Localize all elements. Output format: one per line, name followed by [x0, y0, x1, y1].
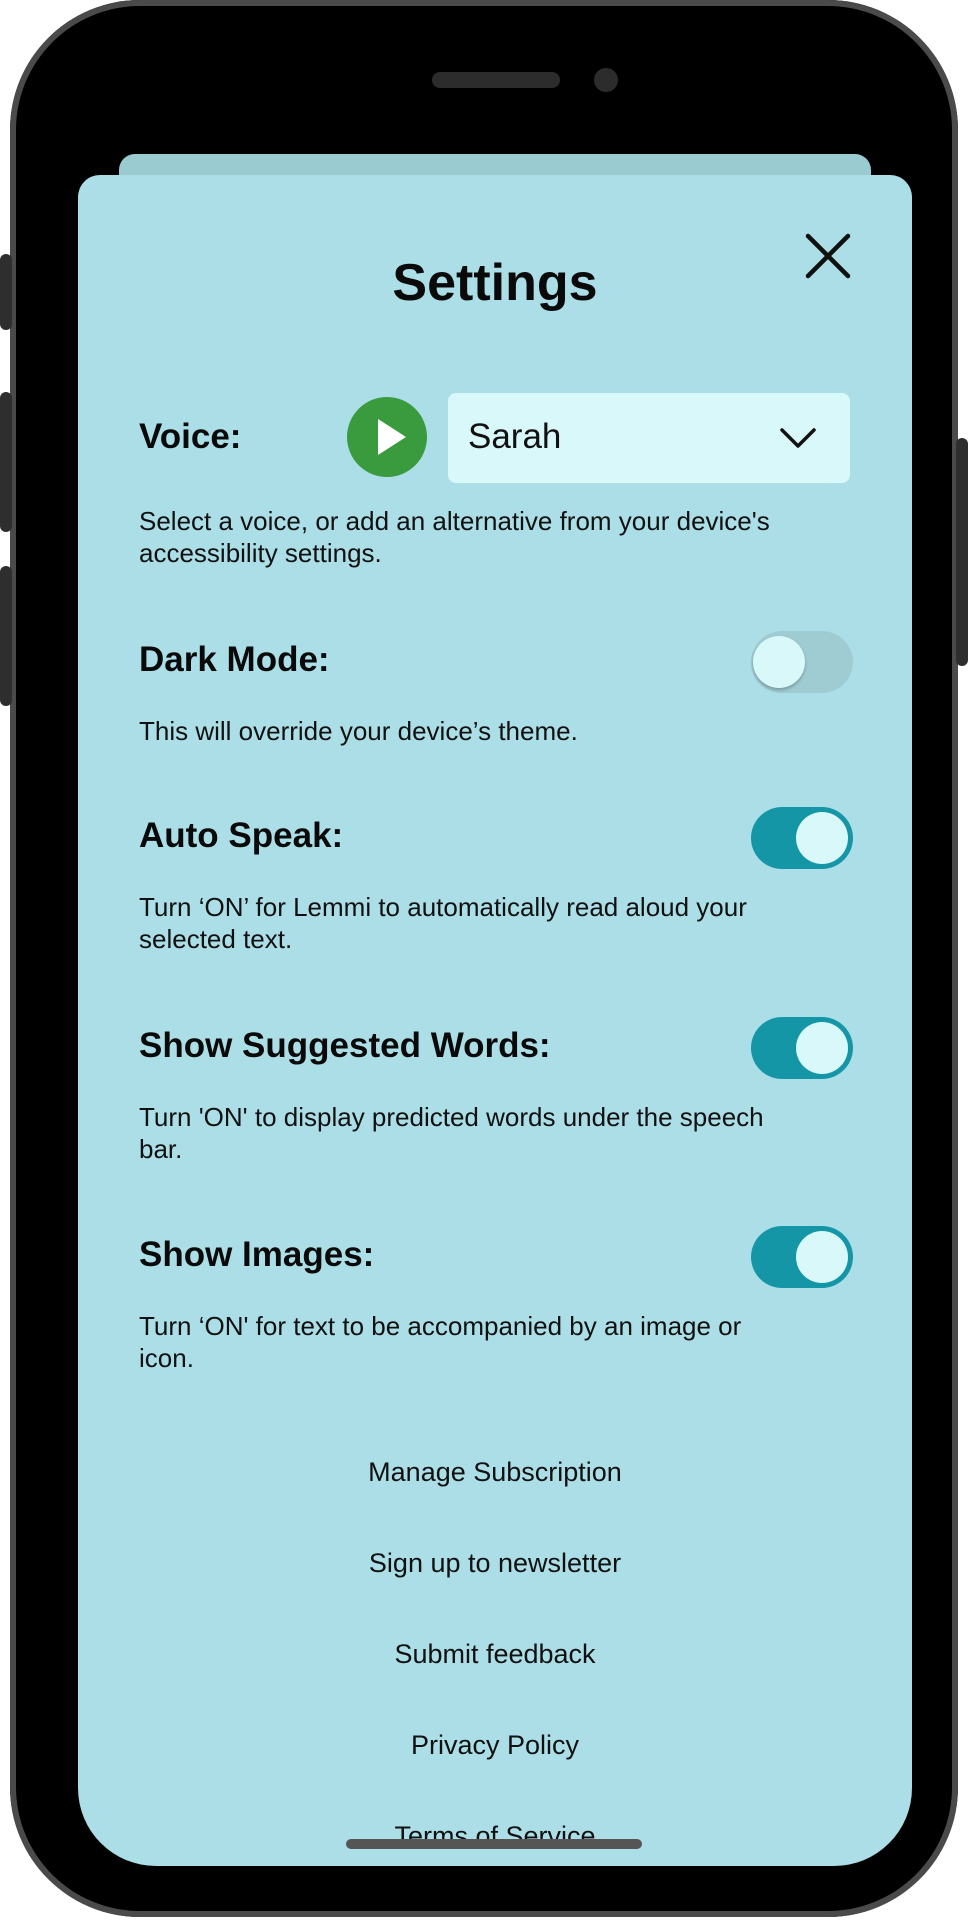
dark-mode-description: This will override your device’s theme.	[139, 716, 578, 746]
dark-mode-toggle[interactable]	[751, 631, 853, 693]
close-icon[interactable]	[802, 230, 854, 282]
side-button-mute	[0, 254, 12, 330]
side-button-power	[956, 438, 968, 666]
notch	[258, 56, 734, 122]
auto-speak-toggle[interactable]	[751, 807, 853, 869]
play-icon	[378, 419, 406, 455]
phone-frame: Settings Voice: Sarah Select a voice, or…	[0, 0, 968, 1917]
chevron-down-icon	[780, 428, 816, 448]
toggle-knob	[753, 636, 805, 688]
play-voice-button[interactable]	[347, 397, 427, 477]
newsletter-link[interactable]: Sign up to newsletter	[78, 1548, 912, 1579]
side-button-volume-down	[0, 566, 12, 706]
show-images-label: Show Images:	[139, 1235, 375, 1274]
suggested-words-description: Turn 'ON' to display predicted words und…	[139, 1102, 764, 1164]
speaker-grille	[432, 72, 560, 88]
settings-sheet: Settings Voice: Sarah Select a voice, or…	[78, 175, 912, 1866]
toggle-knob	[796, 812, 848, 864]
feedback-link[interactable]: Submit feedback	[78, 1639, 912, 1670]
dark-mode-label: Dark Mode:	[139, 640, 330, 679]
suggested-words-label: Show Suggested Words:	[139, 1026, 551, 1065]
home-indicator[interactable]	[346, 1839, 642, 1849]
voice-selected-value: Sarah	[468, 417, 562, 456]
auto-speak-label: Auto Speak:	[139, 816, 344, 855]
voice-select[interactable]: Sarah	[448, 393, 850, 483]
toggle-knob	[796, 1231, 848, 1283]
show-images-description: Turn ‘ON' for text to be accompanied by …	[139, 1311, 742, 1373]
front-camera	[594, 68, 618, 92]
voice-description: Select a voice, or add an alternative fr…	[139, 506, 770, 568]
side-button-volume-up	[0, 392, 12, 532]
auto-speak-description: Turn ‘ON’ for Lemmi to automatically rea…	[139, 892, 747, 954]
manage-subscription-link[interactable]: Manage Subscription	[78, 1457, 912, 1488]
page-title: Settings	[392, 254, 598, 312]
privacy-policy-link[interactable]: Privacy Policy	[78, 1730, 912, 1761]
suggested-words-toggle[interactable]	[751, 1017, 853, 1079]
toggle-knob	[796, 1022, 848, 1074]
show-images-toggle[interactable]	[751, 1226, 853, 1288]
voice-label: Voice:	[139, 417, 242, 456]
